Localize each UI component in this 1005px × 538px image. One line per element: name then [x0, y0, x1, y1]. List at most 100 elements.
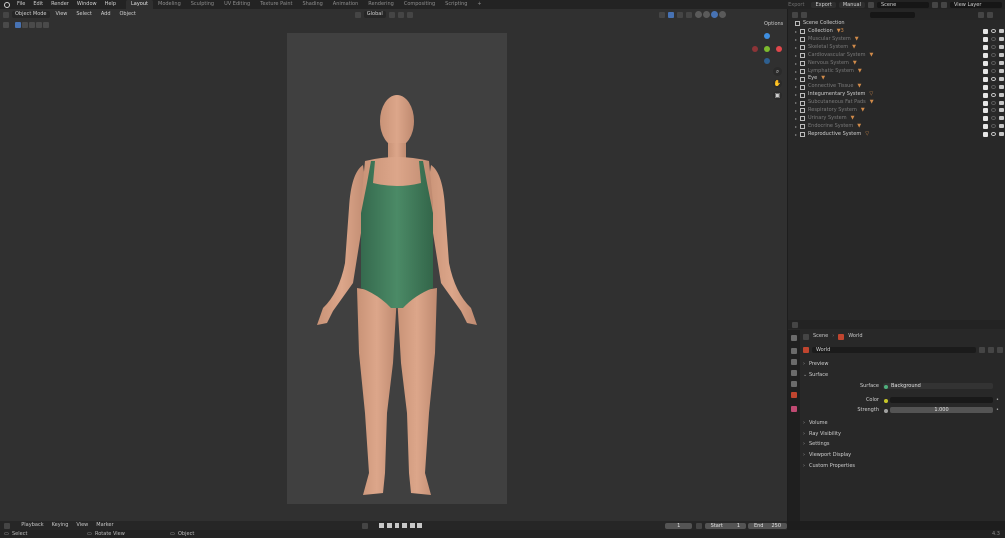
select-box-icon[interactable]: [15, 21, 21, 28]
preview-range-icon[interactable]: [696, 522, 702, 529]
render-camera-icon[interactable]: [999, 100, 1004, 105]
proportional-edit-icon[interactable]: [406, 11, 413, 18]
menu-edit[interactable]: Edit: [29, 0, 47, 9]
visibility-eye-icon[interactable]: [991, 53, 996, 58]
render-camera-icon[interactable]: [999, 45, 1004, 50]
outliner-row[interactable]: ▸ Nervous System ▼: [795, 60, 1005, 68]
select-intersect-icon[interactable]: [43, 21, 49, 28]
blender-logo-icon[interactable]: [4, 1, 10, 8]
visibility-eye-icon[interactable]: [991, 124, 996, 129]
visibility-eye-icon[interactable]: [991, 29, 996, 34]
overlay-toggle-icon[interactable]: [676, 11, 683, 18]
navigation-gizmo[interactable]: [752, 33, 784, 65]
render-camera-icon[interactable]: [999, 37, 1004, 42]
render-camera-icon[interactable]: [999, 116, 1004, 121]
duplicate-world-icon[interactable]: [988, 347, 994, 353]
timeline-menu-keying[interactable]: Keying: [48, 521, 73, 530]
outliner-row[interactable]: ▸ Reproductive System ▽: [795, 131, 1005, 139]
visibility-eye-icon[interactable]: [991, 84, 996, 89]
exclude-checkbox[interactable]: [983, 132, 988, 138]
render-tab-icon[interactable]: [791, 348, 797, 354]
transform-orientation-dropdown[interactable]: Global: [363, 11, 386, 18]
current-frame-field[interactable]: 1: [665, 522, 693, 529]
gizmo-x-axis[interactable]: [776, 46, 782, 52]
tab-animation[interactable]: Animation: [328, 0, 364, 9]
timeline-menu-playback[interactable]: Playback: [17, 521, 47, 530]
tab-uv-editing[interactable]: UV Editing: [219, 0, 255, 9]
tab-rendering[interactable]: Rendering: [363, 0, 399, 9]
zoom-icon[interactable]: ⌕: [773, 67, 782, 76]
scene-selector[interactable]: Scene: [877, 1, 929, 8]
scene-collection-row[interactable]: Scene Collection: [795, 20, 1005, 28]
render-camera-icon[interactable]: [999, 68, 1004, 73]
timeline-editor-icon[interactable]: [4, 522, 10, 529]
options-dropdown[interactable]: Options: [761, 21, 785, 28]
select-extend-icon[interactable]: [22, 21, 28, 28]
play-reverse-icon[interactable]: [394, 523, 400, 528]
jump-keyframe-back-icon[interactable]: [387, 523, 392, 528]
menu-file[interactable]: File: [13, 0, 29, 9]
material-shading-icon[interactable]: [710, 11, 718, 18]
visibility-eye-icon[interactable]: [991, 45, 996, 50]
menu-help[interactable]: Help: [101, 0, 120, 9]
exclude-checkbox[interactable]: [983, 76, 988, 82]
render-camera-icon[interactable]: [999, 29, 1004, 34]
properties-panel-header[interactable]: › Settings: [803, 439, 1003, 449]
exclude-checkbox[interactable]: [983, 116, 988, 122]
tab-modeling[interactable]: Modeling: [153, 0, 186, 9]
gizmo-neg-x-axis[interactable]: [752, 46, 758, 52]
pan-hand-icon[interactable]: ✋: [773, 79, 782, 88]
visibility-icon[interactable]: [658, 11, 665, 18]
new-scene-icon[interactable]: [932, 1, 938, 8]
exclude-checkbox[interactable]: [983, 29, 988, 35]
rendered-shading-icon[interactable]: [718, 11, 726, 18]
select-tool-icon[interactable]: [3, 21, 9, 28]
camera-view-icon[interactable]: ▣: [773, 91, 782, 100]
outliner-row[interactable]: ▸ Skeletal System ▼: [795, 44, 1005, 52]
timeline-menu-view[interactable]: View: [72, 521, 92, 530]
jump-end-icon[interactable]: [417, 523, 423, 528]
frame-end-field[interactable]: End 250: [747, 522, 787, 529]
new-collection-icon[interactable]: [987, 11, 993, 18]
menu-render[interactable]: Render: [47, 0, 73, 9]
outliner-row[interactable]: ▸ Lymphatic System ▼: [795, 68, 1005, 76]
viewport-menu-view[interactable]: View: [53, 9, 71, 20]
visibility-eye-icon[interactable]: [991, 116, 996, 121]
render-camera-icon[interactable]: [999, 76, 1004, 81]
exclude-checkbox[interactable]: [983, 61, 988, 67]
outliner-row[interactable]: ▸ Muscular System ▼: [795, 36, 1005, 44]
visibility-eye-icon[interactable]: [991, 92, 996, 97]
strength-field[interactable]: 1.000: [890, 407, 993, 413]
properties-panel-header[interactable]: › Viewport Display: [803, 450, 1003, 460]
properties-panel-header[interactable]: › Custom Properties: [803, 461, 1003, 471]
exclude-checkbox[interactable]: [983, 92, 988, 98]
viewport-menu-select[interactable]: Select: [73, 9, 94, 20]
outliner-row[interactable]: ▸ Connective Tissue ▼: [795, 83, 1005, 91]
menu-window[interactable]: Window: [73, 0, 101, 9]
render-camera-icon[interactable]: [999, 61, 1004, 66]
visibility-eye-icon[interactable]: [991, 61, 996, 66]
object-mode-dropdown[interactable]: Object Mode: [12, 11, 50, 18]
visibility-eye-icon[interactable]: [991, 68, 996, 73]
outliner-search-input[interactable]: [870, 11, 915, 18]
visibility-eye-icon[interactable]: [991, 132, 996, 137]
tab-shading[interactable]: Shading: [297, 0, 327, 9]
jump-keyframe-forward-icon[interactable]: [409, 523, 415, 528]
export-button[interactable]: Export: [811, 1, 836, 8]
outliner-row[interactable]: ▸ Eye ▼: [795, 75, 1005, 83]
strength-animate-icon[interactable]: •: [996, 407, 999, 414]
outliner-row[interactable]: ▸ Collection ▼3: [795, 28, 1005, 36]
outliner-row[interactable]: ▸ Integumentary System ▽: [795, 91, 1005, 99]
render-camera-icon[interactable]: [999, 84, 1004, 89]
view-layer-selector[interactable]: View Layer: [950, 1, 1002, 8]
exclude-checkbox[interactable]: [983, 53, 988, 59]
outliner-row[interactable]: ▸ Urinary System ▼: [795, 115, 1005, 123]
exclude-checkbox[interactable]: [983, 68, 988, 74]
add-workspace-button[interactable]: +: [472, 0, 486, 9]
render-camera-icon[interactable]: [999, 108, 1004, 113]
solid-shading-icon[interactable]: [702, 11, 710, 18]
gizmo-neg-z-axis[interactable]: [764, 58, 770, 64]
timeline-menu-marker[interactable]: Marker: [92, 521, 117, 530]
wireframe-shading-icon[interactable]: [694, 11, 702, 18]
tab-sculpting[interactable]: Sculpting: [186, 0, 219, 9]
